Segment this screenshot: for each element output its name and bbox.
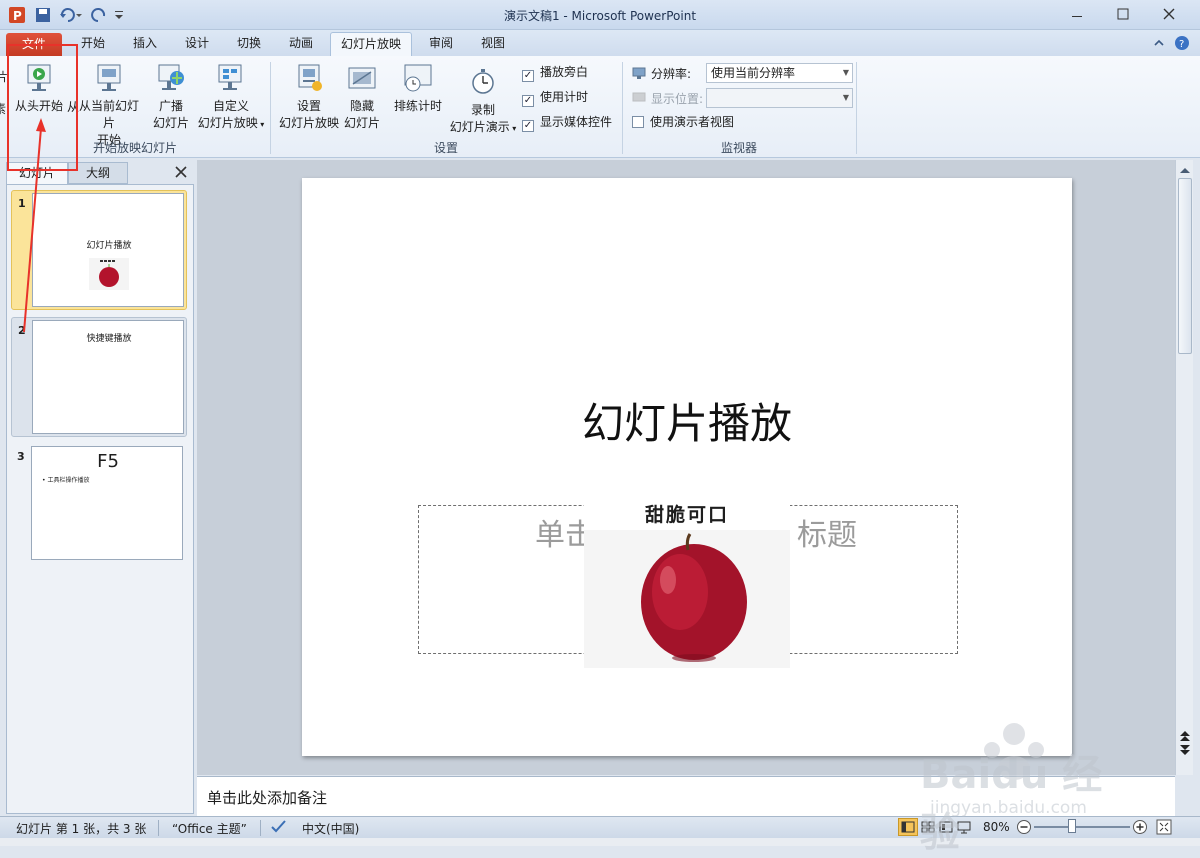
checkbox-checked-icon: ✓ [522,95,534,107]
resolution-value: 使用当前分辨率 [711,66,796,80]
use-timings-label: 使用计时 [540,90,589,104]
group-separator [856,62,857,154]
hide-slide-label-2: 幻灯片 [343,116,380,130]
checkbox-unchecked-icon [632,116,644,128]
resolution-dropdown[interactable]: 使用当前分辨率 ▼ [706,63,853,83]
hide-slide-label: 隐藏 [349,99,374,113]
resolution-label: 分辨率: [651,67,692,81]
record-label: 录制 [470,103,495,117]
minimize-button[interactable] [1066,4,1088,24]
help-icon[interactable]: ? [1174,35,1190,54]
image-caption: 甜脆可口 [584,502,790,530]
dropdown-arrow-icon: ▾ [509,124,517,133]
show-on-dropdown[interactable]: ▼ [706,88,853,108]
checkbox-checked-icon: ✓ [522,70,534,82]
custom-show-label-2: 幻灯片放映 [197,116,258,130]
show-media-controls-label: 显示媒体控件 [540,115,613,129]
stopwatch-icon [467,66,499,98]
dropdown-arrow-icon: ▾ [257,120,265,129]
slide-title[interactable]: 幻灯片播放 [302,390,1072,451]
custom-show-label: 自定义 [212,99,249,113]
scroll-thumb[interactable] [1178,178,1192,354]
custom-slide-show-button[interactable]: 自定义 幻灯片放映 ▾ [196,62,266,133]
annotation-arrow [23,118,46,333]
watermark-url: jingyan.baidu.com [930,798,1087,818]
presenter-view-checkbox[interactable]: 使用演示者视图 [632,114,734,132]
close-button[interactable] [1158,4,1180,24]
slide-canvas[interactable]: 幻灯片播放 单击 标题 甜脆可口 [302,178,1072,756]
normal-view-icon[interactable] [898,818,918,836]
scroll-up-icon[interactable] [1179,164,1191,178]
use-timings-checkbox[interactable]: ✓ 使用计时 [522,89,588,107]
group-label-monitors: 监视器 [720,141,757,155]
subtitle-placeholder-text-right: 标题 [797,518,857,553]
rehearse-timings-label: 排练计时 [393,99,442,113]
set-up-slide-show-button[interactable]: 设置 幻灯片放映 [276,62,342,132]
group-label-setup: 设置 [433,141,458,155]
setup-show-label: 设置 [296,99,321,113]
show-on-label: 显示位置: [651,92,704,106]
spell-check-icon[interactable] [270,818,288,837]
tab-animations[interactable]: 动画 [278,32,324,56]
apple-photo [584,530,790,668]
setup-show-label-2: 幻灯片放映 [278,116,339,130]
apple-picture[interactable]: 甜脆可口 [584,502,790,668]
rehearse-timings-button[interactable]: 排练计时 [390,62,446,115]
record-slide-show-button[interactable]: 录制 幻灯片演示 ▾ [446,66,520,137]
vertical-scrollbar[interactable] [1175,160,1193,775]
baidu-watermark: Baidu 经验 jingyan.baidu.com [918,716,1138,856]
monitor-position-icon [632,91,646,108]
hide-slide-button[interactable]: 隐藏 幻灯片 [342,62,382,132]
svg-text:?: ? [1179,39,1184,50]
hide-slide-icon [346,62,378,94]
fit-to-window-icon[interactable] [1156,819,1172,838]
record-label-2: 幻灯片演示 [449,120,510,134]
next-slide-icon[interactable] [1179,744,1191,759]
tab-view[interactable]: 视图 [470,32,516,56]
play-narrations-label: 播放旁白 [540,65,589,79]
status-divider [260,820,261,836]
monitor-resolution-icon [632,66,646,83]
tab-transitions[interactable]: 切换 [226,32,272,56]
rehearse-timings-icon [402,62,434,94]
presenter-view-label: 使用演示者视图 [650,115,735,129]
play-narrations-checkbox[interactable]: ✓ 播放旁白 [522,64,588,82]
minimize-ribbon-icon[interactable] [1152,36,1166,53]
language-status[interactable]: 中文(中国) [302,820,359,837]
show-media-controls-checkbox[interactable]: ✓ 显示媒体控件 [522,114,612,132]
dropdown-arrow-icon: ▼ [842,68,849,77]
previous-slide-icon[interactable] [1179,730,1191,745]
checkbox-checked-icon: ✓ [522,120,534,132]
tab-slide-show[interactable]: 幻灯片放映 [330,32,412,56]
dropdown-arrow-icon: ▼ [842,93,849,102]
setup-show-icon [293,62,325,94]
maximize-button[interactable] [1112,4,1134,24]
tab-review[interactable]: 审阅 [418,32,464,56]
notes-placeholder: 单击此处添加备注 [207,789,328,807]
custom-show-icon [215,62,247,94]
